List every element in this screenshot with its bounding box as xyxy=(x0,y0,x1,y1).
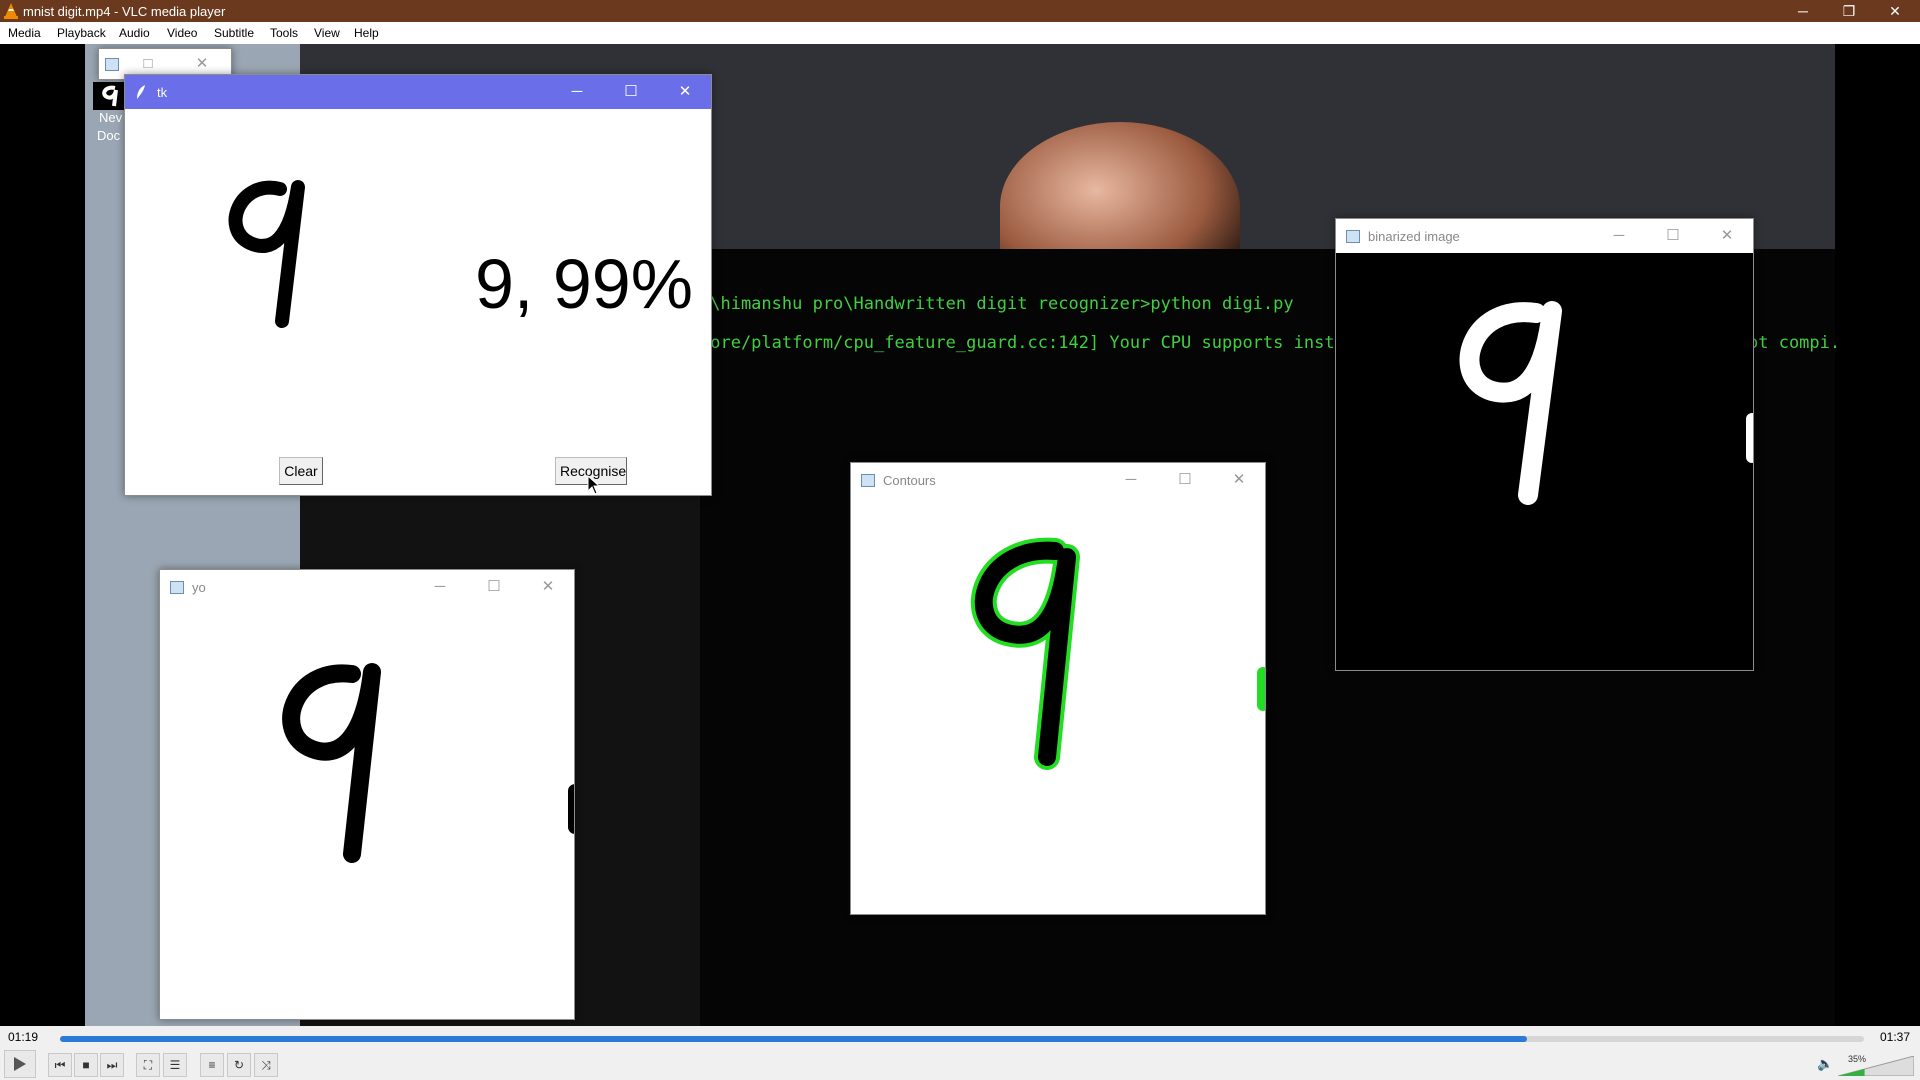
close-icon[interactable]: ✕ xyxy=(1716,225,1738,247)
seek-bar-progress xyxy=(60,1036,1527,1042)
stop-icon: ■ xyxy=(82,1058,90,1072)
feather-icon xyxy=(137,85,145,99)
previous-icon: ⏮ xyxy=(54,1058,66,1072)
menu-view[interactable]: View xyxy=(314,26,340,40)
elapsed-time: 01:19 xyxy=(8,1030,39,1044)
maximize-icon[interactable]: □ xyxy=(137,53,159,75)
vlc-titlebar: mnist digit.mp4 - VLC media player ─ ❐ ✕ xyxy=(0,0,1920,22)
menu-video[interactable]: Video xyxy=(167,26,197,40)
window-icon xyxy=(170,581,184,594)
terminal-line: core/platform/cpu_feature_guard.cc:142] … xyxy=(700,333,1345,353)
fullscreen-icon: ⛶ xyxy=(143,1058,153,1072)
window-title: mnist digit.mp4 - VLC media player xyxy=(23,4,226,19)
window-icon xyxy=(1346,230,1360,243)
vlc-cone-icon xyxy=(4,3,18,19)
yo-image xyxy=(160,604,574,1019)
tk-title: tk xyxy=(157,85,168,100)
window-icon xyxy=(861,474,875,487)
contours-titlebar: Contours ─ ☐ ✕ xyxy=(851,463,1265,497)
close-icon[interactable]: ✕ xyxy=(191,53,213,75)
tk-canvas[interactable]: 9, 99% Clear Recognise xyxy=(125,109,711,495)
close-icon[interactable]: ✕ xyxy=(537,576,559,598)
white-digit-nine xyxy=(1459,301,1562,505)
maximize-icon[interactable]: ☐ xyxy=(1662,225,1684,247)
contours-title: Contours xyxy=(883,473,936,488)
digit-nine-image xyxy=(282,663,381,863)
previous-button[interactable]: ⏮ xyxy=(48,1053,72,1077)
desktop-icon-label: Nev xyxy=(99,110,123,125)
binarized-title: binarized image xyxy=(1368,229,1460,244)
playlist-button[interactable]: ≡ xyxy=(200,1053,224,1077)
drawn-digit-nine xyxy=(228,180,305,328)
clear-button[interactable]: Clear xyxy=(279,457,323,485)
binarized-titlebar: binarized image ─ ☐ ✕ xyxy=(1336,219,1753,253)
maximize-icon[interactable]: ☐ xyxy=(620,81,642,103)
binarized-image xyxy=(1336,253,1753,670)
restore-button[interactable]: ❐ xyxy=(1826,0,1872,22)
speaker-icon[interactable]: 🔈 xyxy=(1817,1056,1833,1072)
menu-tools[interactable]: Tools xyxy=(270,26,298,40)
prediction-result: 9, 99% xyxy=(475,245,693,323)
close-icon[interactable]: ✕ xyxy=(674,81,696,103)
yo-title: yo xyxy=(192,580,206,595)
contours-image xyxy=(851,497,1265,914)
volume-slider[interactable] xyxy=(1838,1056,1914,1076)
menu-bar: Media Playback Audio Video Subtitle Tool… xyxy=(0,22,1920,44)
menu-playback[interactable]: Playback xyxy=(57,26,106,40)
shuffle-button[interactable]: ⤨ xyxy=(254,1053,278,1077)
menu-subtitle[interactable]: Subtitle xyxy=(214,26,254,40)
minimize-icon[interactable]: ─ xyxy=(1120,469,1142,491)
controls-bar: 01:19 01:37 ⏮ ■ ⏭ ⛶ ☰ ≡ ↻ ⤨ 🔈 35% xyxy=(0,1026,1920,1080)
fullscreen-button[interactable]: ⛶ xyxy=(136,1053,160,1077)
menu-audio[interactable]: Audio xyxy=(119,26,150,40)
yo-window[interactable]: yo ─ ☐ ✕ xyxy=(159,569,575,1020)
playlist-icon: ≡ xyxy=(208,1058,216,1072)
shuffle-icon: ⤨ xyxy=(261,1058,271,1072)
menu-help[interactable]: Help xyxy=(354,26,379,40)
next-button[interactable]: ⏭ xyxy=(100,1053,124,1077)
terminal-line-tail: ot compi. xyxy=(1748,333,1841,353)
tk-window[interactable]: tk ─ ☐ ✕ 9, 99% Clear Recognise xyxy=(124,74,712,496)
yo-titlebar: yo ─ ☐ ✕ xyxy=(160,570,574,604)
stray-blob xyxy=(568,784,574,834)
maximize-icon[interactable]: ☐ xyxy=(483,576,505,598)
terminal-line: s\himanshu pro\Handwritten digit recogni… xyxy=(700,294,1294,314)
total-time: 01:37 xyxy=(1880,1030,1911,1044)
maximize-icon[interactable]: ☐ xyxy=(1174,469,1196,491)
close-button[interactable]: ✕ xyxy=(1872,0,1918,22)
equalizer-icon: ☰ xyxy=(169,1058,181,1072)
minimize-icon[interactable]: ─ xyxy=(429,576,451,598)
menu-media[interactable]: Media xyxy=(8,26,41,40)
contour-blob xyxy=(1257,667,1265,711)
mouse-cursor-icon xyxy=(587,475,601,495)
minimize-icon[interactable]: ─ xyxy=(1608,225,1630,247)
minimize-icon[interactable]: ─ xyxy=(566,81,588,103)
window-icon xyxy=(105,58,119,71)
stop-button[interactable]: ■ xyxy=(74,1053,98,1077)
minimize-button[interactable]: ─ xyxy=(1780,0,1826,22)
binarized-window[interactable]: binarized image ─ ☐ ✕ xyxy=(1335,218,1754,671)
contour-digit-nine xyxy=(970,537,1080,770)
contours-window[interactable]: Contours ─ ☐ ✕ xyxy=(850,462,1266,915)
next-icon: ⏭ xyxy=(106,1058,118,1072)
loop-icon: ↻ xyxy=(233,1058,245,1072)
desktop-icon-label: Doc xyxy=(97,128,121,143)
extended-settings-button[interactable]: ☰ xyxy=(163,1053,187,1077)
close-icon[interactable]: ✕ xyxy=(1228,469,1250,491)
play-button[interactable] xyxy=(4,1050,36,1078)
tk-titlebar: tk ─ ☐ ✕ xyxy=(125,75,711,109)
loop-button[interactable]: ↻ xyxy=(227,1053,251,1077)
play-icon xyxy=(14,1057,26,1071)
stray-blob xyxy=(1746,413,1753,463)
